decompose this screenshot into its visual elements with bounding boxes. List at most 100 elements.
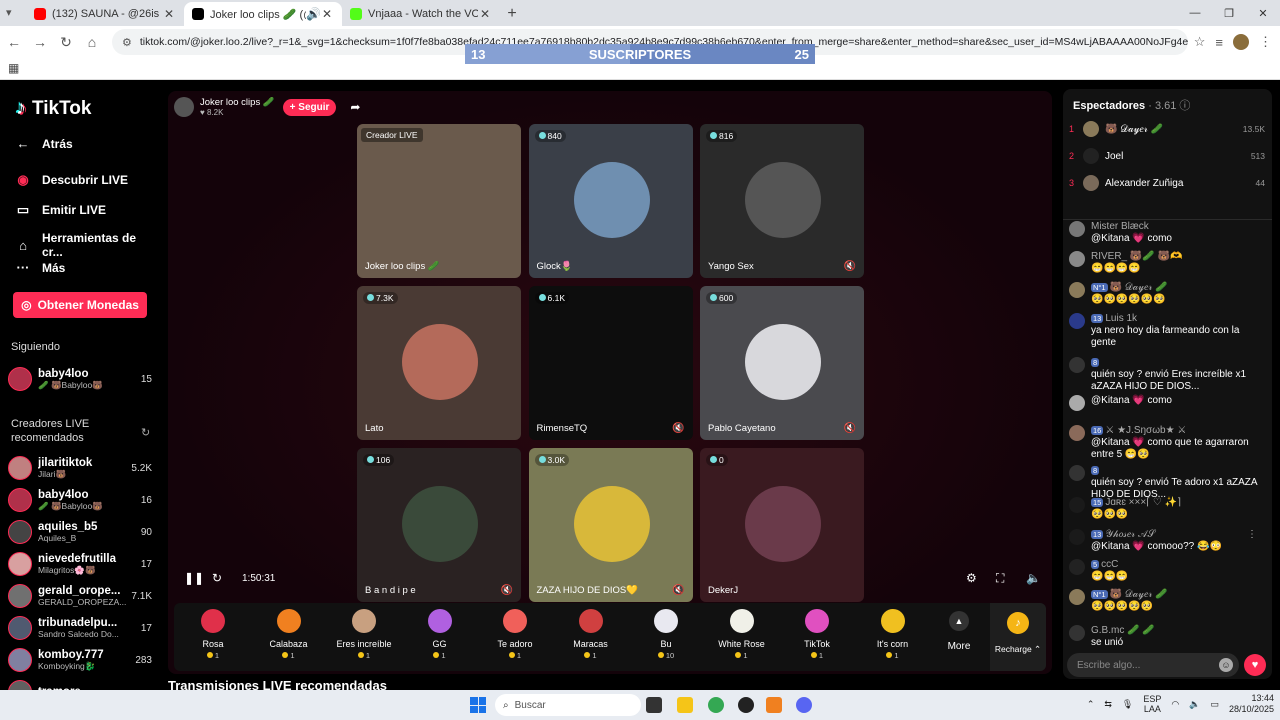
recommended-creator[interactable]: aquiles_b5 Aquiles_B 90: [8, 518, 152, 546]
gift-item[interactable]: Rosa 1: [178, 609, 248, 660]
fullscreen-icon[interactable]: ⛶: [996, 571, 1004, 586]
battery-icon[interactable]: ▭: [1210, 699, 1219, 710]
nav-discover-live[interactable]: ◉ Descubrir LIVE: [14, 172, 128, 188]
tab-youtube[interactable]: (132) SAUNA - @26is - YouTube ✕: [26, 2, 184, 26]
close-icon[interactable]: ✕: [320, 7, 334, 21]
network-icon[interactable]: ⇆: [1104, 699, 1112, 710]
chat-username[interactable]: 🐻 𝒟𝒶𝓎𝑒𝓇 🥒: [1110, 589, 1168, 600]
close-icon[interactable]: ✕: [162, 7, 176, 21]
clock[interactable]: 13:44 28/10/2025: [1229, 693, 1274, 715]
more-gifts-button[interactable]: ▲ More: [934, 609, 984, 652]
home-button[interactable]: ⌂: [80, 30, 104, 54]
following-item[interactable]: baby4loo 🥒 🐻Babyloo🐻 15: [8, 365, 152, 393]
recommended-creator[interactable]: komboy.777 Komboyking🐉 283: [8, 646, 152, 674]
file-explorer-icon[interactable]: [677, 697, 693, 713]
tab-search-icon[interactable]: ▾: [6, 6, 20, 20]
avatar[interactable]: [1069, 465, 1085, 481]
discord-icon[interactable]: [796, 697, 812, 713]
emoji-icon[interactable]: ☺: [1219, 658, 1233, 672]
recommended-creator[interactable]: gerald_orope... GERALD_OROPEZA... 7.1K: [8, 582, 152, 610]
avatar[interactable]: [1069, 395, 1085, 411]
recommended-creator[interactable]: tribunadelpu... Sandro Salcedo Do... 17: [8, 614, 152, 642]
speaker-icon[interactable]: 🔈: [1189, 699, 1200, 710]
tab-kick[interactable]: Vnjaaa - Watch the VOD on Kic... ✕: [342, 2, 500, 26]
chat-username[interactable]: 🐻 𝒟𝒶𝓎𝑒𝓇 🥒: [1110, 282, 1168, 293]
vlc-icon[interactable]: [766, 697, 782, 713]
task-view-icon[interactable]: [646, 697, 662, 713]
menu-icon[interactable]: ⋮: [1259, 34, 1272, 50]
guest-cell[interactable]: 840 Glock🌷: [528, 124, 693, 278]
replay-icon[interactable]: ↻: [212, 571, 222, 585]
get-coins-button[interactable]: ◎ Obtener Monedas: [13, 292, 147, 318]
wifi-icon[interactable]: ◠: [1171, 699, 1179, 710]
avatar[interactable]: [1069, 529, 1085, 545]
follow-button[interactable]: + Seguir: [282, 98, 337, 116]
guest-cell[interactable]: 7.3K Lato: [357, 286, 521, 440]
forward-button[interactable]: →: [28, 30, 52, 54]
guest-cell[interactable]: 6.1K RimenseTQ 🔇: [528, 286, 693, 440]
guest-cell[interactable]: 600 Pablo Cayetano 🔇: [700, 286, 864, 440]
new-tab-button[interactable]: +: [500, 2, 524, 26]
nav-creator-tools[interactable]: ⌂ Herramientas de cr...: [14, 231, 160, 259]
bookmark-star-icon[interactable]: ☆: [1194, 34, 1206, 50]
maximize-button[interactable]: ❐: [1212, 0, 1246, 26]
gift-item[interactable]: It's corn 1: [858, 609, 928, 660]
media-control-icon[interactable]: ≡: [1215, 35, 1223, 50]
site-info-icon[interactable]: ⚙: [122, 36, 132, 49]
minimize-button[interactable]: —: [1178, 0, 1212, 26]
chat-username[interactable]: 𝒴𝒽𝑜𝓈𝑒𝓇 𝒜𝒮: [1105, 529, 1155, 540]
chrome-icon[interactable]: [708, 697, 724, 713]
close-window-button[interactable]: ✕: [1246, 0, 1280, 26]
speaker-icon[interactable]: 🔊: [306, 7, 321, 21]
settings-icon[interactable]: ⚙: [966, 571, 977, 585]
chat-input[interactable]: Escribe algo... ☺: [1067, 653, 1239, 677]
pause-icon[interactable]: ❚❚: [184, 571, 204, 585]
reload-button[interactable]: ↻: [54, 30, 78, 54]
chat-username[interactable]: Mister Blæck: [1091, 221, 1149, 232]
gift-item[interactable]: Bu 10: [631, 609, 701, 660]
nav-go-live[interactable]: ▭ Emitir LIVE: [14, 202, 106, 218]
chat-username[interactable]: RIVER_ 🐻🥒 🐻🫶: [1091, 251, 1182, 262]
recommended-creator[interactable]: baby4loo 🥒 🐻Babyloo🐻 16: [8, 486, 152, 514]
recharge-button[interactable]: ♪ Recharge ⌃: [990, 603, 1046, 671]
chat-username[interactable]: G.B.mc 🥒 🥒: [1091, 625, 1155, 636]
taskbar-search[interactable]: ⌕ Buscar: [495, 694, 641, 716]
tab-tiktok[interactable]: Joker loo clips 🥒 (@joker.l... 🔊 ✕: [184, 2, 342, 26]
gift-item[interactable]: Maracas 1: [556, 609, 626, 660]
avatar[interactable]: [1069, 625, 1085, 641]
chat-username[interactable]: Luis 1k: [1105, 313, 1137, 324]
close-icon[interactable]: ✕: [478, 7, 492, 21]
nav-more[interactable]: ··· Más: [14, 260, 66, 275]
info-icon[interactable]: ⓘ: [1179, 100, 1190, 112]
share-icon[interactable]: ➦: [350, 100, 360, 114]
recommended-creator[interactable]: jilaritiktok Jilari🐻 5.2K: [8, 454, 152, 482]
avatar[interactable]: [1069, 425, 1085, 441]
like-heart-button[interactable]: ♥: [1244, 654, 1266, 676]
gift-item[interactable]: GG 1: [405, 609, 475, 660]
guest-cell[interactable]: Creador LIVE Joker loo clips 🥒: [357, 124, 521, 278]
chat-username[interactable]: Jɑʀɛ ×××⌈ ♡ ✨⌉: [1105, 497, 1181, 508]
gift-item[interactable]: Eres increíble 1: [329, 609, 399, 660]
top-viewer[interactable]: 3 Alexander Zuñiga 44: [1069, 171, 1265, 195]
tiktok-logo[interactable]: ♪ TikTok: [16, 97, 91, 120]
top-viewer[interactable]: 1 🐻 𝒟𝒶𝓎𝑒𝓇 🥒 13.5K: [1069, 117, 1265, 141]
volume-icon[interactable]: 🔈: [1026, 571, 1041, 585]
gift-item[interactable]: Te adoro 1: [480, 609, 550, 660]
avatar[interactable]: [1069, 357, 1085, 373]
refresh-icon[interactable]: ↻: [141, 426, 150, 439]
back-button[interactable]: ←: [2, 30, 26, 54]
microphone-icon[interactable]: 🎙: [1122, 699, 1133, 710]
chat-username[interactable]: ⚔ ★J.Sŋσωb★ ⚔: [1105, 425, 1186, 436]
gift-item[interactable]: White Rose 1: [707, 609, 777, 660]
avatar[interactable]: [1069, 589, 1085, 605]
obs-icon[interactable]: [738, 697, 754, 713]
avatar[interactable]: [1069, 497, 1085, 513]
avatar[interactable]: [1069, 282, 1085, 298]
gift-item[interactable]: Calabaza 1: [254, 609, 324, 660]
gift-item[interactable]: TikTok 1: [782, 609, 852, 660]
guest-cell[interactable]: 816 Yango Sex 🔇: [700, 124, 864, 278]
avatar[interactable]: [1069, 559, 1085, 575]
more-options-icon[interactable]: ⋮: [1247, 529, 1257, 541]
host-avatar[interactable]: [174, 97, 194, 117]
avatar[interactable]: [1069, 221, 1085, 237]
